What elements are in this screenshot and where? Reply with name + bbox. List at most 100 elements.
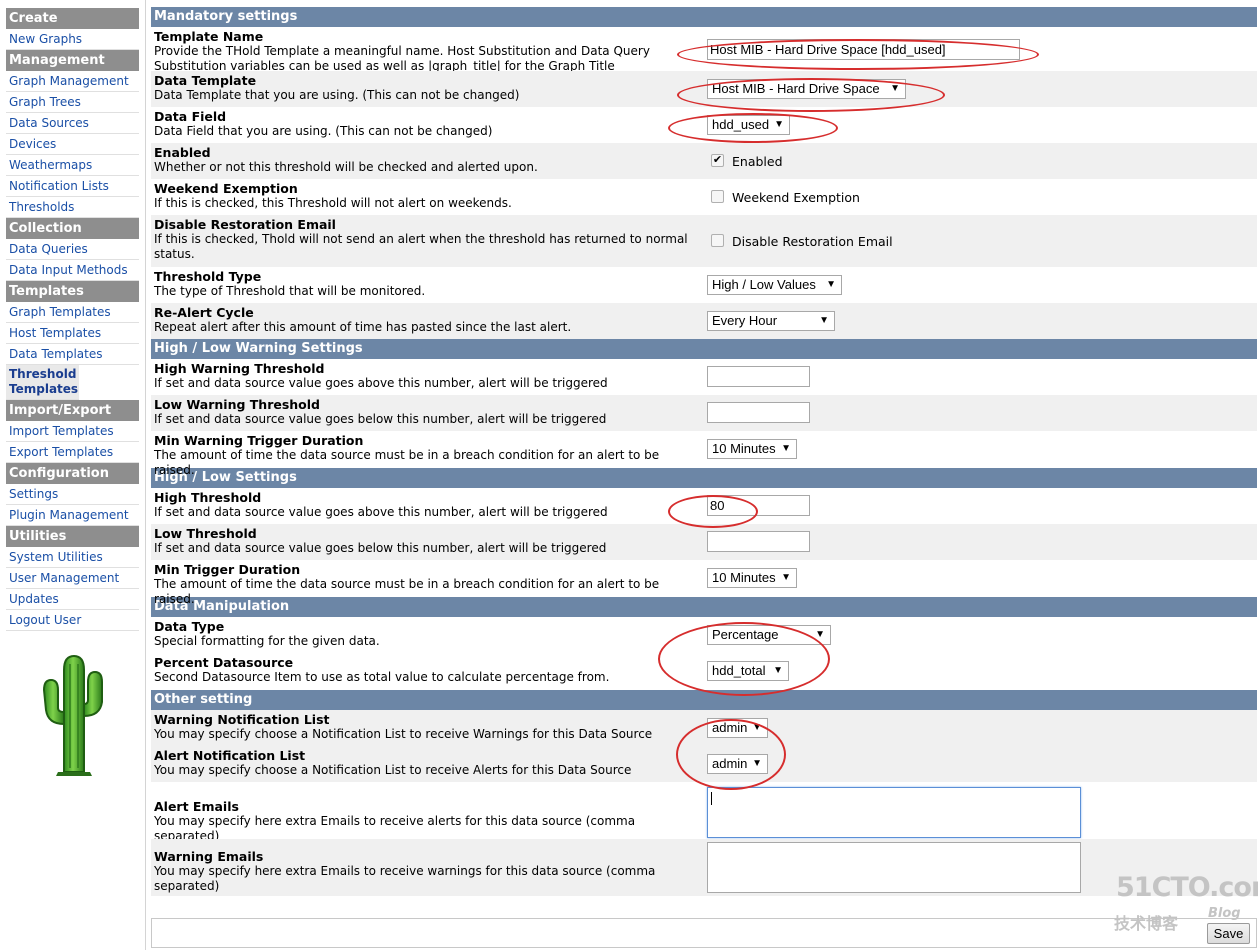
label-low-threshold: Low Threshold (154, 526, 257, 541)
min-trigger-duration-value: 10 Minutes (712, 570, 776, 585)
enabled-checkbox-group: ✔ Enabled (711, 154, 783, 169)
min-warning-duration-select[interactable]: 10 Minutes ▼ (707, 439, 797, 459)
nav-header-templates: Templates (6, 281, 139, 302)
data-type-select[interactable]: Percentage ▼ (707, 625, 831, 645)
nav-item-threshold-templates[interactable]: Threshold Templates (6, 365, 79, 400)
nav-item-data-input-methods[interactable]: Data Input Methods (6, 260, 139, 281)
disable-restoration-label[interactable]: Disable Restoration Email (732, 234, 893, 249)
watermark-blog-text: Blog (1208, 906, 1241, 921)
weekend-checkbox-group: Weekend Exemption (711, 190, 860, 205)
weekend-exemption-checkbox[interactable] (711, 190, 724, 203)
desc-warning-emails: You may specify here extra Emails to rec… (154, 864, 656, 893)
disable-restoration-checkbox[interactable] (711, 234, 724, 247)
row-alert-notification-list: Alert Notification List You may specify … (151, 746, 1257, 782)
data-template-select[interactable]: Host MIB - Hard Drive Space ▼ (707, 79, 906, 99)
label-template-name: Template Name (154, 29, 264, 44)
nav-item-weathermaps[interactable]: Weathermaps (6, 155, 139, 176)
watermark-sub-text: 技术博客 (1114, 914, 1179, 933)
label-threshold-type: Threshold Type (154, 269, 262, 284)
min-trigger-duration-select[interactable]: 10 Minutes ▼ (707, 568, 797, 588)
row-realert-cycle: Re-Alert Cycle Repeat alert after this a… (151, 303, 1257, 339)
threshold-template-form: Mandatory settings Template Name Provide… (151, 7, 1257, 896)
nav-item-system-utilities[interactable]: System Utilities (6, 547, 139, 568)
row-template-name: Template Name Provide the THold Template… (151, 27, 1257, 73)
restoration-checkbox-group: Disable Restoration Email (711, 234, 893, 249)
nav-item-plugin-management[interactable]: Plugin Management (6, 505, 139, 526)
label-alert-notification-list: Alert Notification List (154, 748, 306, 763)
nav-item-data-sources[interactable]: Data Sources (6, 113, 139, 134)
watermark-logo: 51CTO.com 技术博客 Blog (1112, 872, 1258, 933)
row-low-threshold: Low Threshold If set and data source val… (151, 524, 1257, 560)
row-threshold-type: Threshold Type The type of Threshold tha… (151, 267, 1257, 303)
nav-item-settings[interactable]: Settings (6, 484, 139, 505)
weekend-exemption-label[interactable]: Weekend Exemption (732, 190, 860, 205)
desc-weekend-exemption: If this is checked, this Threshold will … (154, 196, 512, 210)
desc-threshold-type: The type of Threshold that will be monit… (154, 284, 426, 298)
high-warning-threshold-input[interactable] (707, 366, 810, 387)
nav-item-import-templates[interactable]: Import Templates (6, 421, 139, 442)
warning-emails-textarea[interactable] (707, 842, 1081, 893)
nav-item-new-graphs[interactable]: New Graphs (6, 29, 139, 50)
nav-item-user-management[interactable]: User Management (6, 568, 139, 589)
enabled-checkbox[interactable]: ✔ (711, 154, 724, 167)
dropdown-arrow-icon: ▼ (773, 665, 783, 676)
label-data-field: Data Field (154, 109, 227, 124)
template-name-input[interactable]: Host MIB - Hard Drive Space [hdd_used] (707, 39, 1020, 60)
enabled-checkbox-label[interactable]: Enabled (732, 154, 783, 169)
nav-item-updates[interactable]: Updates (6, 589, 139, 610)
nav-item-data-queries[interactable]: Data Queries (6, 239, 139, 260)
min-warning-duration-value: 10 Minutes (712, 441, 776, 456)
alert-notification-list-select[interactable]: admin ▼ (707, 754, 768, 774)
cactus-logo-icon (42, 654, 103, 776)
row-data-template: Data Template Data Template that you are… (151, 71, 1257, 107)
row-high-threshold: High Threshold If set and data source va… (151, 488, 1257, 524)
label-high-warning-threshold: High Warning Threshold (154, 361, 325, 376)
watermark-main-text: 51CTO.com (1116, 872, 1258, 903)
warning-notification-list-select[interactable]: admin ▼ (707, 718, 768, 738)
section-high-low-warning: High / Low Warning Settings (151, 339, 1257, 359)
nav-item-graph-templates[interactable]: Graph Templates (6, 302, 139, 323)
text-caret (711, 792, 712, 805)
nav-header-import-export: Import/Export (6, 400, 139, 421)
nav-item-export-templates[interactable]: Export Templates (6, 442, 139, 463)
section-mandatory-settings: Mandatory settings (151, 7, 1257, 27)
nav-item-graph-trees[interactable]: Graph Trees (6, 92, 139, 113)
alert-emails-textarea[interactable] (707, 787, 1081, 838)
nav-header-configuration: Configuration (6, 463, 139, 484)
sidebar-nav: Create New Graphs Management Graph Manag… (0, 0, 146, 950)
nav-item-graph-management[interactable]: Graph Management (6, 71, 139, 92)
threshold-type-select[interactable]: High / Low Values ▼ (707, 275, 842, 295)
desc-enabled: Whether or not this threshold will be ch… (154, 160, 538, 174)
low-threshold-input[interactable] (707, 531, 810, 552)
nav-header-collection-methods: Collection Methods (6, 218, 139, 257)
nav-item-notification-lists[interactable]: Notification Lists (6, 176, 139, 197)
nav-header-create: Create (6, 8, 139, 29)
desc-alert-notification-list: You may specify choose a Notification Li… (154, 763, 632, 777)
row-alert-emails: Alert Emails You may specify here extra … (151, 782, 1257, 843)
high-threshold-input[interactable]: 80 (707, 495, 810, 516)
nav-item-host-templates[interactable]: Host Templates (6, 323, 139, 344)
nav-item-data-templates[interactable]: Data Templates (6, 344, 139, 365)
desc-warning-notification-list: You may specify choose a Notification Li… (154, 727, 653, 741)
realert-cycle-select[interactable]: Every Hour ▼ (707, 311, 835, 331)
data-field-value: hdd_used (712, 117, 770, 132)
nav-header-management: Management (6, 50, 139, 71)
label-warning-notification-list: Warning Notification List (154, 712, 330, 727)
row-low-warning-threshold: Low Warning Threshold If set and data so… (151, 395, 1257, 431)
label-data-type: Data Type (154, 619, 225, 634)
row-warning-notification-list: Warning Notification List You may specif… (151, 710, 1257, 746)
desc-high-warning-threshold: If set and data source value goes above … (154, 376, 608, 390)
data-field-select[interactable]: hdd_used ▼ (707, 115, 790, 135)
nav-item-devices[interactable]: Devices (6, 134, 139, 155)
percent-datasource-select[interactable]: hdd_total ▼ (707, 661, 789, 681)
threshold-type-value: High / Low Values (712, 277, 816, 292)
desc-realert-cycle: Repeat alert after this amount of time h… (154, 320, 572, 334)
nav-item-thresholds[interactable]: Thresholds (6, 197, 139, 218)
dropdown-arrow-icon: ▼ (781, 572, 791, 583)
nav-item-logout-user[interactable]: Logout User (6, 610, 139, 631)
dropdown-arrow-icon: ▼ (819, 315, 829, 326)
dropdown-arrow-icon: ▼ (781, 443, 791, 454)
low-warning-threshold-input[interactable] (707, 402, 810, 423)
desc-template-name: Provide the THold Template a meaningful … (154, 44, 650, 73)
desc-low-warning-threshold: If set and data source value goes below … (154, 412, 607, 426)
